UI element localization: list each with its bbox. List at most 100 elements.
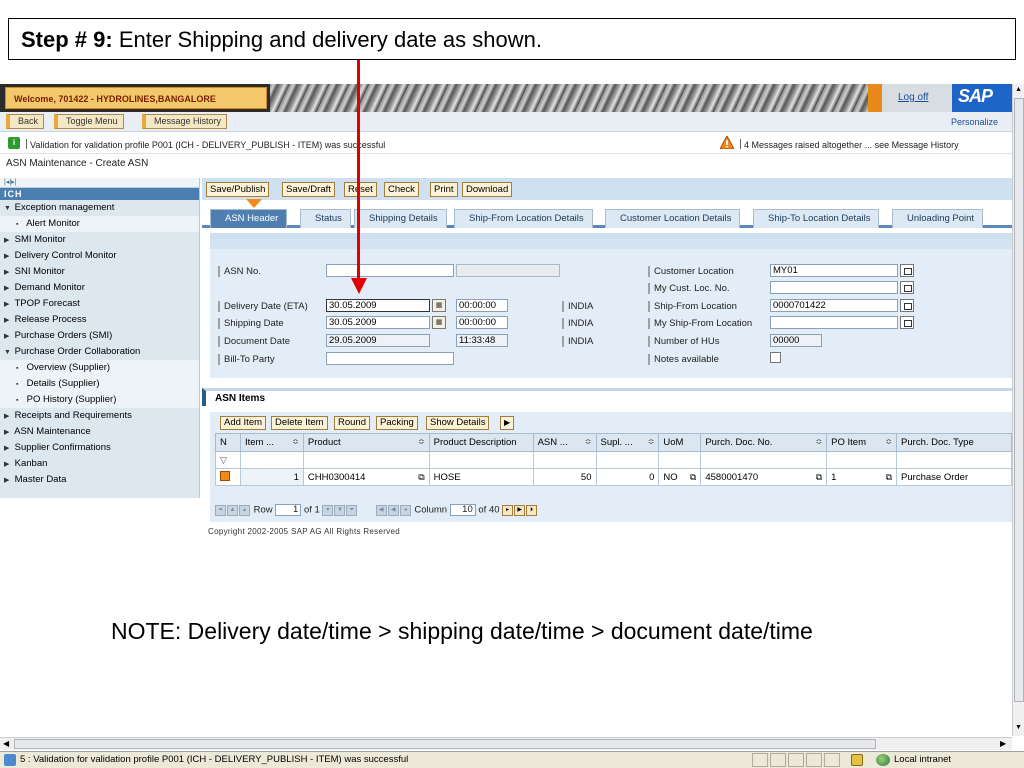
tab-ship-to-location-details[interactable]: Ship-To Location Details <box>753 209 880 228</box>
check-button[interactable]: Check <box>384 182 419 197</box>
save-draft-button[interactable]: Save/Draft <box>282 182 335 197</box>
my-cust-loc-field[interactable] <box>770 281 898 294</box>
col-supl-qty[interactable]: Supl. ... ≎ <box>595 433 660 452</box>
warning-message[interactable]: 4 Messages raised altogether ... see Mes… <box>740 139 959 150</box>
download-button[interactable]: Download <box>462 182 513 197</box>
value-help-icon[interactable] <box>900 264 914 277</box>
nav-item[interactable]: ▶ Receipts and Requirements <box>0 408 199 424</box>
nav-item[interactable]: ▶ Purchase Orders (SMI) <box>0 328 199 344</box>
add-item-button[interactable]: Add Item <box>220 416 267 430</box>
round-button[interactable]: Round <box>334 416 370 430</box>
nav-item[interactable]: ▶ SNI Monitor <box>0 264 199 280</box>
scroll-down-icon[interactable]: ▼ <box>1015 724 1022 731</box>
logoff-link[interactable]: Log off <box>898 92 928 103</box>
customer-location-field[interactable]: MY01 <box>770 264 898 277</box>
shipping-time-field[interactable]: 00:00:00 <box>456 316 508 329</box>
value-help-icon[interactable] <box>900 299 914 312</box>
back-button[interactable]: Back <box>6 114 45 129</box>
nav-item[interactable]: ▪ Details (Supplier) <box>0 376 199 392</box>
col-asn-qty[interactable]: ASN ... ≎ <box>532 433 597 452</box>
last-row-icon[interactable]: ⏷ <box>346 504 358 516</box>
tab-unloading-point[interactable]: Unloading Point <box>892 209 984 228</box>
expand-arrow-icon[interactable]: ▶ <box>500 416 514 430</box>
vertical-scrollbar[interactable]: ▲ ▼ <box>1012 84 1024 736</box>
cell-po-no[interactable]: 4580001470 ⧉ <box>700 468 828 486</box>
nav-item[interactable]: ▪ PO History (Supplier) <box>0 392 199 408</box>
scroll-thumb[interactable] <box>1014 98 1024 702</box>
asn-no-field[interactable] <box>326 264 454 277</box>
show-details-button[interactable]: Show Details <box>426 416 490 430</box>
scroll-thumb[interactable] <box>14 739 876 749</box>
cell-uom[interactable]: NO ⧉ <box>658 468 702 486</box>
scroll-left-icon[interactable]: ◀ <box>3 739 9 748</box>
delivery-date-field[interactable]: 30.05.2009 <box>326 299 430 312</box>
ship-from-location-field[interactable]: 0000701422 <box>770 299 898 312</box>
toggle-menu-button[interactable]: Toggle Menu <box>54 114 124 129</box>
horizontal-scrollbar[interactable]: ◀ ▶ <box>0 737 1012 750</box>
scroll-up-icon[interactable]: ▲ <box>1015 86 1022 93</box>
next-page-icon[interactable]: ▼ <box>334 504 346 516</box>
nav-item[interactable]: ▶ TPOP Forecast <box>0 296 199 312</box>
my-ship-from-location-field[interactable] <box>770 316 898 329</box>
cell-asn-qty[interactable]: 50 <box>532 468 597 486</box>
filter-icon[interactable]: ▽ <box>215 451 241 469</box>
tab-asn-header[interactable]: ASN Header <box>210 209 288 228</box>
row-input[interactable]: 1 <box>275 504 302 516</box>
nav-item[interactable]: ▪ Overview (Supplier) <box>0 360 199 376</box>
col-product-description[interactable]: Product Description <box>428 433 534 452</box>
nav-item[interactable]: ▶ Release Process <box>0 312 199 328</box>
notes-available-checkbox[interactable] <box>770 352 781 363</box>
cell-product[interactable]: CHH0300414 ⧉ <box>302 468 430 486</box>
last-column-icon[interactable]: ⏵ <box>526 504 538 516</box>
col-product[interactable]: Product ≎ <box>302 433 430 452</box>
nav-item[interactable]: ▶ Delivery Control Monitor <box>0 248 199 264</box>
personalize-link[interactable]: Personalize <box>951 117 998 127</box>
reset-button[interactable]: Reset <box>344 182 377 197</box>
col-purch-doc-no[interactable]: Purch. Doc. No. ≎ <box>700 433 828 452</box>
next-row-icon[interactable]: ▾ <box>322 504 334 516</box>
value-help-icon[interactable] <box>900 316 914 329</box>
column-input[interactable]: 10 <box>449 504 476 516</box>
scroll-right-icon[interactable]: ▶ <box>1000 739 1006 748</box>
message-history-button[interactable]: Message History <box>142 114 228 129</box>
nav-item[interactable]: ▶ Master Data <box>0 472 199 488</box>
nav-item[interactable]: ▼ Exception management <box>0 200 199 216</box>
nav-item[interactable]: ▶ ASN Maintenance <box>0 424 199 440</box>
nav-item[interactable]: ▶ Supplier Confirmations <box>0 440 199 456</box>
prev-page-icon[interactable]: ▲ <box>227 504 238 516</box>
delete-item-button[interactable]: Delete Item <box>271 416 328 430</box>
next-column-page-icon[interactable]: ▶ <box>514 504 526 516</box>
save-publish-button[interactable]: Save/Publish <box>206 182 270 197</box>
nav-item[interactable]: ▶ Demand Monitor <box>0 280 199 296</box>
calendar-icon[interactable]: ▦ <box>432 316 446 329</box>
prev-row-icon[interactable]: ▴ <box>239 504 250 516</box>
tab-shipping-details[interactable]: Shipping Details <box>354 209 447 228</box>
cell-description[interactable]: HOSE <box>428 468 534 486</box>
tab-customer-location-details[interactable]: Customer Location Details <box>605 209 741 228</box>
col-n[interactable]: N <box>215 433 241 452</box>
shipping-date-field[interactable]: 30.05.2009 <box>326 316 430 329</box>
value-help-icon[interactable] <box>900 281 914 294</box>
bill-to-party-field[interactable] <box>326 352 454 365</box>
tab-status[interactable]: Status <box>300 209 351 228</box>
first-column-icon[interactable]: ◀ <box>375 504 387 516</box>
col-purch-doc-type[interactable]: Purch. Doc. Type <box>896 433 1012 452</box>
col-item[interactable]: Item ... ≎ <box>239 433 304 452</box>
row-selector[interactable] <box>215 468 241 486</box>
first-row-icon[interactable]: ⏶ <box>215 504 226 516</box>
delivery-time-field[interactable]: 00:00:00 <box>456 299 508 312</box>
nav-collapse-bar[interactable]: |◂|▸| <box>0 178 199 188</box>
nav-item[interactable]: ▼ Purchase Order Collaboration <box>0 344 199 360</box>
warning-icon[interactable] <box>720 136 734 149</box>
col-uom[interactable]: UoM <box>658 433 702 452</box>
packing-button[interactable]: Packing <box>376 416 418 430</box>
print-button[interactable]: Print <box>430 182 458 197</box>
tab-ship-from-location-details[interactable]: Ship-From Location Details <box>454 209 593 228</box>
next-column-icon[interactable]: ▸ <box>502 504 514 516</box>
nav-item[interactable]: ▶ SMI Monitor <box>0 232 199 248</box>
nav-item[interactable]: ▶ Kanban <box>0 456 199 472</box>
nav-item[interactable]: ▪ Alert Monitor <box>0 216 199 232</box>
col-po-item[interactable]: PO Item ≎ <box>826 433 898 452</box>
calendar-icon[interactable]: ▦ <box>432 299 446 312</box>
cell-po-item[interactable]: 1 ⧉ <box>826 468 898 486</box>
